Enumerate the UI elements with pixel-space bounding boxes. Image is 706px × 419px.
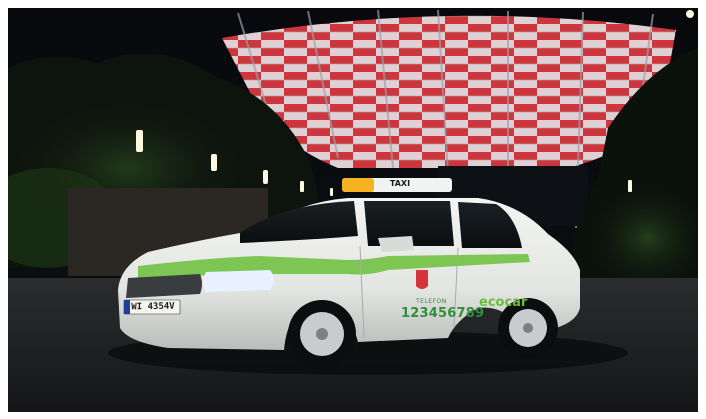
phone-number: 123456789 <box>401 306 485 321</box>
phone-label: TELEFON <box>416 298 447 305</box>
brand-logo-text: ecocar <box>479 295 528 310</box>
photo-frame: TAXI WI 4354V TELEFON 123456789 ecocar <box>8 8 698 412</box>
roof-sign-text: TAXI <box>389 179 411 188</box>
night-taxi-scene <box>8 8 698 412</box>
license-plate-text: WI 4354V <box>131 301 175 313</box>
